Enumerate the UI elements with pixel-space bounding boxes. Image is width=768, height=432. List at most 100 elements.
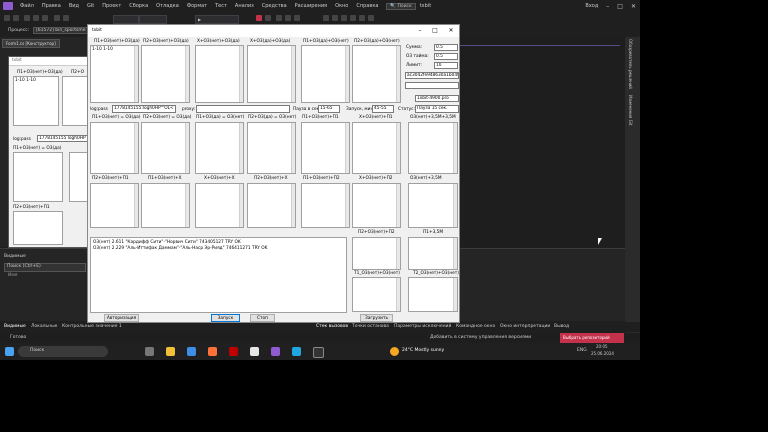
- key-input[interactable]: ac3042fe948630a1b0491: [405, 72, 459, 79]
- tab-watch[interactable]: Видимые: [4, 324, 26, 329]
- listbox-r3-1[interactable]: [90, 183, 139, 228]
- listbox-r1-3[interactable]: [195, 45, 244, 103]
- menu-test[interactable]: Тест: [211, 3, 231, 9]
- tab-call-stack[interactable]: Стек вызовов: [316, 324, 348, 329]
- listbox-r3-6[interactable]: [352, 183, 401, 228]
- align-top-icon[interactable]: [350, 15, 356, 21]
- align-center-icon[interactable]: [332, 15, 338, 21]
- menu-file[interactable]: Файл: [16, 3, 38, 9]
- align-left-icon[interactable]: [323, 15, 329, 21]
- menu-project[interactable]: Проект: [98, 3, 125, 9]
- minimize-icon[interactable]: –: [602, 3, 613, 10]
- log-textbox[interactable]: О3(нет) 2.611 "Кардифф Сити"-"Норвич Сит…: [90, 237, 347, 313]
- menu-git[interactable]: Git: [83, 3, 98, 9]
- dialog-minimize-icon[interactable]: –: [413, 25, 427, 37]
- solution-explorer-tab[interactable]: Обозреватель решений: [628, 39, 633, 89]
- menu-analyze[interactable]: Анализ: [231, 3, 258, 9]
- listbox-r3-3[interactable]: [195, 183, 244, 228]
- txbit-app-icon[interactable]: [313, 347, 324, 358]
- limit-input[interactable]: 10: [434, 62, 458, 69]
- close-icon[interactable]: ✕: [627, 3, 640, 10]
- proxy-input[interactable]: [196, 105, 290, 113]
- visual-studio-icon[interactable]: [271, 347, 280, 356]
- listbox-r2-6[interactable]: [352, 122, 401, 174]
- logpass-input[interactable]: 1778145155:logh0HP^OL<: [112, 105, 176, 113]
- tab-command-window[interactable]: Командное окно: [456, 324, 495, 329]
- listbox-side-4[interactable]: [408, 277, 458, 312]
- same-size-icon[interactable]: [368, 15, 374, 21]
- tab-breakpoints[interactable]: Точки останова: [352, 324, 389, 329]
- menu-window[interactable]: Окно: [331, 3, 352, 9]
- listbox-r1-4[interactable]: [247, 45, 296, 103]
- maximize-icon[interactable]: □: [613, 3, 627, 10]
- edge-icon[interactable]: [292, 347, 301, 356]
- step-over-icon[interactable]: [285, 15, 291, 21]
- pause-input[interactable]: 15-65: [318, 105, 340, 113]
- load-button[interactable]: Загрузить: [360, 314, 393, 322]
- dialog-close-icon[interactable]: ✕: [444, 25, 458, 37]
- start-button[interactable]: Запуск: [211, 314, 240, 322]
- stop-button[interactable]: Стоп: [250, 314, 275, 322]
- tab-watch-1[interactable]: Контрольные значения 1: [62, 324, 122, 329]
- listbox-r2-3[interactable]: [195, 122, 244, 174]
- file-explorer-icon[interactable]: [166, 347, 175, 356]
- o3-input[interactable]: 0.5: [434, 53, 458, 60]
- stop-icon[interactable]: [256, 15, 262, 21]
- menu-help[interactable]: Справка: [352, 3, 382, 9]
- menu-tools[interactable]: Средства: [258, 3, 291, 9]
- forward-icon[interactable]: [13, 15, 19, 21]
- add-to-vcs-button[interactable]: Добавить в систему управления версиями: [430, 335, 531, 340]
- save-icon[interactable]: [33, 15, 39, 21]
- listbox-side-1[interactable]: [352, 237, 401, 270]
- menu-extensions[interactable]: Расширения: [291, 3, 331, 9]
- listbox-r3-2[interactable]: [141, 183, 190, 228]
- menu-debug[interactable]: Отладка: [152, 3, 183, 9]
- firefox-icon[interactable]: [208, 347, 217, 356]
- listbox-r2-1[interactable]: [90, 122, 139, 174]
- taskbar-search[interactable]: Поиск: [18, 346, 108, 357]
- windows-start-icon[interactable]: [5, 347, 14, 356]
- search-box[interactable]: 🔍 Поиск: [386, 2, 416, 10]
- step-out-icon[interactable]: [294, 15, 300, 21]
- select-repo-button[interactable]: Выбрать репозиторий: [560, 333, 624, 343]
- align-bottom-icon[interactable]: [359, 15, 365, 21]
- tab-output[interactable]: Вывод: [554, 324, 569, 329]
- menu-view[interactable]: Вид: [65, 3, 83, 9]
- listbox-r1-5[interactable]: [301, 45, 350, 103]
- config-select[interactable]: [113, 15, 139, 24]
- login-link[interactable]: Вход: [581, 3, 602, 9]
- listbox-r1-1[interactable]: 1-10 1-10: [90, 45, 139, 103]
- listbox-r1-2[interactable]: [141, 45, 190, 103]
- listbox-r2-7[interactable]: [408, 122, 458, 174]
- listbox-r2-4[interactable]: [247, 122, 296, 174]
- clock-date[interactable]: 25.06.2024: [591, 351, 614, 356]
- restart-icon[interactable]: [265, 15, 271, 21]
- listbox-side-3[interactable]: [352, 277, 401, 312]
- tab-locals[interactable]: Локальные: [31, 324, 57, 329]
- platform-select[interactable]: [139, 15, 167, 24]
- watch-search-input[interactable]: Поиск (Ctrl+E): [4, 263, 86, 272]
- explorer-blue-icon[interactable]: [187, 347, 196, 356]
- align-right-icon[interactable]: [341, 15, 347, 21]
- continue-button[interactable]: ▶: [195, 15, 239, 24]
- listbox-r3-4[interactable]: [247, 183, 296, 228]
- undo-icon[interactable]: [54, 15, 60, 21]
- task-view-icon[interactable]: [145, 347, 154, 356]
- auth-button[interactable]: Авторизация: [104, 314, 139, 322]
- listbox-r3-5[interactable]: [301, 183, 350, 228]
- language-indicator[interactable]: ENG: [577, 348, 587, 353]
- app-icon[interactable]: [250, 347, 259, 356]
- process-select[interactable]: [61572] bin_sportsme: [33, 27, 89, 34]
- listbox-r1-6[interactable]: [352, 45, 401, 103]
- menu-edit[interactable]: Правка: [38, 3, 65, 9]
- run-input[interactable]: 45-55: [372, 105, 394, 113]
- site-input[interactable]: 1xbit-4900.pro: [415, 95, 459, 102]
- dialog-maximize-icon[interactable]: □: [428, 25, 442, 37]
- tab-exceptions[interactable]: Параметры исключений: [394, 324, 451, 329]
- tab-designer[interactable]: Form1.cs [Конструктор]: [2, 39, 60, 48]
- menu-format[interactable]: Формат: [183, 3, 211, 9]
- listbox-side-2[interactable]: [408, 237, 458, 270]
- status-input[interactable]: Пауза 15 сек.: [415, 105, 459, 113]
- save-all-icon[interactable]: [42, 15, 48, 21]
- git-changes-tab[interactable]: Изменения Git: [628, 95, 633, 125]
